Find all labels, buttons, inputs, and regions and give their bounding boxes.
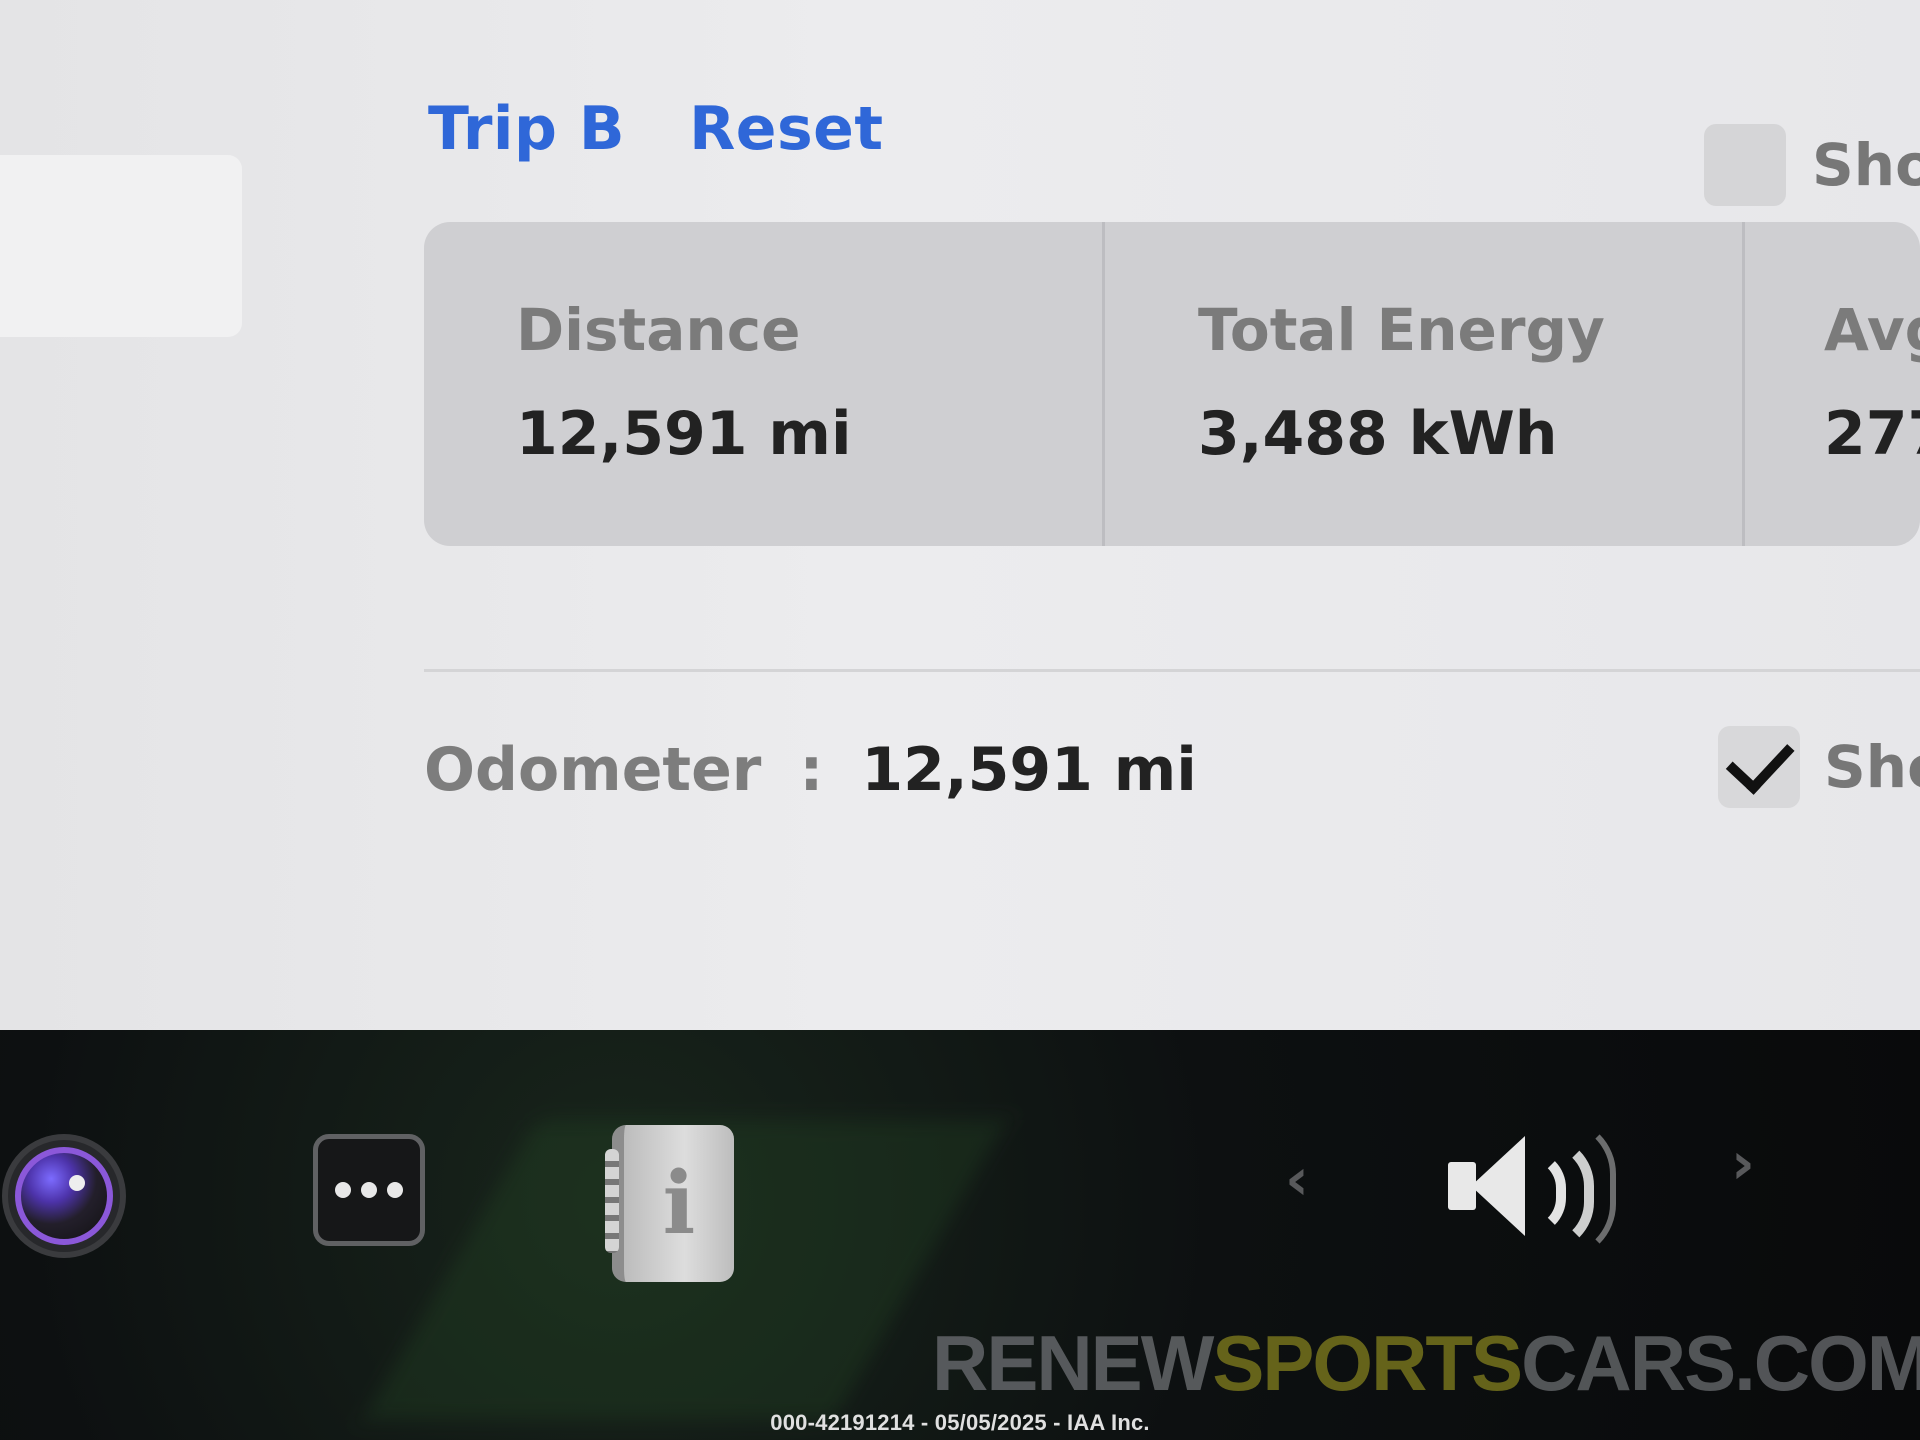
sound-wave-icon (1560, 1118, 1616, 1260)
bottom-show-label: Sho (1824, 733, 1920, 801)
vehicle-display-photo: Trip B Reset Sho Distance 12,591 mi Tota… (0, 0, 1920, 1440)
average-stat: Avg 277 (1742, 222, 1920, 546)
trip-screen: Trip B Reset Sho Distance 12,591 mi Tota… (0, 0, 1920, 1030)
more-dot-icon (361, 1182, 377, 1198)
trip-header: Trip B Reset (428, 94, 884, 164)
odometer-value: 12,591 mi (861, 735, 1197, 805)
top-show-option[interactable]: Sho (1704, 124, 1920, 206)
watermark-cars: CARS.COM (1521, 1319, 1920, 1407)
total-energy-label: Total Energy (1198, 296, 1605, 364)
speaker-cone-icon (1471, 1136, 1525, 1236)
section-divider (424, 669, 1920, 672)
more-dot-icon (335, 1182, 351, 1198)
trip-b-link[interactable]: Trip B (428, 94, 625, 164)
reset-trip-button[interactable]: Reset (689, 94, 883, 164)
camera-icon[interactable] (2, 1134, 126, 1258)
total-energy-value: 3,488 kWh (1198, 399, 1558, 469)
more-icon[interactable] (313, 1134, 425, 1246)
distance-stat: Distance 12,591 mi (424, 222, 1102, 546)
average-label: Avg (1824, 296, 1920, 364)
manual-icon[interactable]: i (605, 1125, 734, 1282)
distance-label: Distance (516, 296, 801, 364)
next-icon[interactable]: › (1726, 1128, 1760, 1198)
odometer-label: Odometer (424, 735, 762, 805)
top-show-label: Sho (1812, 131, 1920, 199)
checkmark-icon (1725, 724, 1795, 795)
bottom-show-option[interactable]: Sho (1718, 724, 1920, 808)
total-energy-stat: Total Energy 3,488 kWh (1102, 222, 1742, 546)
more-dot-icon (387, 1182, 403, 1198)
previous-icon[interactable]: ‹ (1280, 1144, 1314, 1214)
top-show-checkbox[interactable] (1704, 124, 1786, 206)
trip-stats-card: Distance 12,591 mi Total Energy 3,488 kW… (424, 222, 1920, 546)
odometer-separator: : (799, 735, 824, 805)
volume-icon[interactable] (1448, 1118, 1616, 1260)
watermark-sports: SPORTS (1212, 1319, 1523, 1407)
footer-caption: 000-42191214 - 05/05/2025 - IAA Inc. (770, 1410, 1150, 1435)
bottom-show-checkbox[interactable] (1718, 724, 1800, 808)
odometer-row: Odometer : 12,591 mi (424, 735, 1197, 805)
camera-lens-icon (15, 1147, 113, 1245)
watermark: RENEWSPORTSCARS.COM (932, 1318, 1920, 1409)
watermark-renew: RENEW (932, 1319, 1214, 1407)
distance-value: 12,591 mi (516, 399, 852, 469)
average-value: 277 (1824, 399, 1920, 469)
left-panel (0, 155, 242, 337)
